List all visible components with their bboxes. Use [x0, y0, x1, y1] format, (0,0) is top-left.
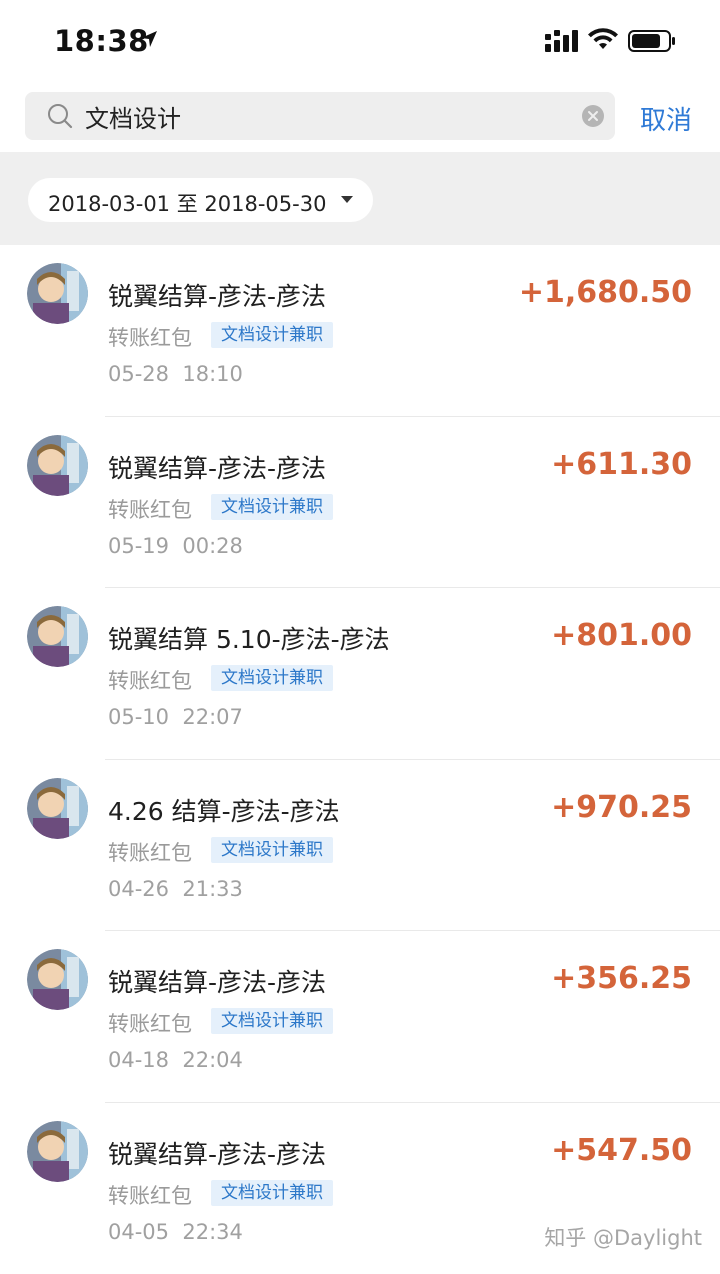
date-range-label: 2018-03-01 至 2018-05-30: [48, 188, 326, 218]
transaction-amount: +970.25: [551, 790, 692, 825]
caret-down-icon: [341, 196, 353, 203]
cellular-signal-icon: [545, 30, 579, 52]
transaction-tag: 文档设计兼职: [211, 1008, 333, 1034]
battery-icon: [628, 30, 676, 52]
avatar: [27, 778, 88, 839]
transaction-category: 转账红包: [108, 837, 192, 867]
avatar: [27, 435, 88, 496]
watermark: 知乎 @Daylight: [544, 1222, 702, 1252]
transaction-tag: 文档设计兼职: [211, 322, 333, 348]
transaction-tag: 文档设计兼职: [211, 494, 333, 520]
avatar: [27, 1121, 88, 1182]
transaction-tag: 文档设计兼职: [211, 665, 333, 691]
search-input[interactable]: [85, 98, 565, 134]
transaction-title: 锐翼结算-彦法-彦法: [108, 277, 326, 313]
wifi-icon: [587, 27, 619, 51]
transaction-row[interactable]: 4.26 结算-彦法-彦法 +970.25 转账红包 文档设计兼职 04-26 …: [0, 760, 720, 932]
transaction-list: 锐翼结算-彦法-彦法 +1,680.50 转账红包 文档设计兼职 05-28 1…: [0, 245, 720, 1274]
search-box[interactable]: [25, 92, 615, 140]
transaction-row[interactable]: 锐翼结算-彦法-彦法 +1,680.50 转账红包 文档设计兼职 05-28 1…: [0, 245, 720, 417]
filter-bar: 2018-03-01 至 2018-05-30: [0, 152, 720, 245]
transaction-category: 转账红包: [108, 1008, 192, 1038]
transaction-tag: 文档设计兼职: [211, 1180, 333, 1206]
avatar: [27, 263, 88, 324]
clear-icon[interactable]: [581, 104, 605, 128]
transaction-datetime: 05-19 00:28: [108, 534, 243, 558]
transaction-category: 转账红包: [108, 665, 192, 695]
transaction-datetime: 05-28 18:10: [108, 362, 243, 386]
transaction-title: 锐翼结算-彦法-彦法: [108, 1135, 326, 1171]
transaction-datetime: 04-26 21:33: [108, 877, 243, 901]
search-bar: 取消: [0, 82, 720, 152]
transaction-datetime: 04-05 22:34: [108, 1220, 243, 1244]
date-range-selector[interactable]: 2018-03-01 至 2018-05-30: [28, 178, 373, 222]
transaction-title: 锐翼结算-彦法-彦法: [108, 449, 326, 485]
cancel-button[interactable]: 取消: [640, 100, 692, 137]
transaction-amount: +611.30: [551, 447, 692, 482]
search-icon: [47, 103, 73, 129]
transaction-category: 转账红包: [108, 322, 192, 352]
transaction-category: 转账红包: [108, 1180, 192, 1210]
transaction-title: 4.26 结算-彦法-彦法: [108, 792, 340, 828]
transaction-category: 转账红包: [108, 494, 192, 524]
avatar: [27, 606, 88, 667]
transaction-amount: +356.25: [551, 961, 692, 996]
transaction-row[interactable]: 锐翼结算 5.10-彦法-彦法 +801.00 转账红包 文档设计兼职 05-1…: [0, 588, 720, 760]
status-time: 18:38: [54, 24, 149, 58]
transaction-amount: +547.50: [551, 1133, 692, 1168]
location-arrow-icon: [140, 30, 158, 48]
transaction-amount: +801.00: [551, 618, 692, 653]
transaction-title: 锐翼结算 5.10-彦法-彦法: [108, 620, 390, 656]
status-bar: 18:38: [0, 0, 720, 82]
avatar: [27, 949, 88, 1010]
transaction-title: 锐翼结算-彦法-彦法: [108, 963, 326, 999]
transaction-datetime: 05-10 22:07: [108, 705, 243, 729]
transaction-tag: 文档设计兼职: [211, 837, 333, 863]
transaction-amount: +1,680.50: [519, 275, 692, 310]
transaction-row[interactable]: 锐翼结算-彦法-彦法 +356.25 转账红包 文档设计兼职 04-18 22:…: [0, 931, 720, 1103]
transaction-datetime: 04-18 22:04: [108, 1048, 243, 1072]
transaction-row[interactable]: 锐翼结算-彦法-彦法 +611.30 转账红包 文档设计兼职 05-19 00:…: [0, 417, 720, 589]
